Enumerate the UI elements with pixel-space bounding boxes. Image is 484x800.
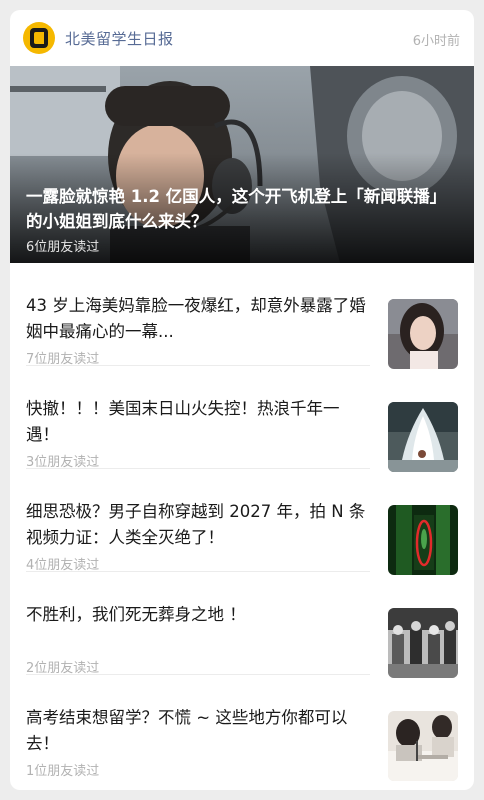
article-title[interactable]: 不胜利，我们死无葬身之地 ！ xyxy=(26,602,368,628)
article-title[interactable]: 快撤！！！美国末日山火失控！热浪千年一遇！ xyxy=(26,396,368,448)
article-thumbnail[interactable] xyxy=(388,505,458,575)
list-item[interactable]: 不胜利，我们死无葬身之地 ！ 2位朋友读过 xyxy=(10,572,474,678)
hero-read-count: 6位朋友读过 xyxy=(26,240,100,255)
list-item[interactable]: 43 岁上海美妈靠脸一夜爆红，却意外暴露了婚姻中最痛心的一幕... 7位朋友读过 xyxy=(10,263,474,369)
article-title[interactable]: 高考结束想留学？不慌 ~ 这些地方你都可以去！ xyxy=(26,705,368,757)
list-item[interactable]: 快撤！！！美国末日山火失控！热浪千年一遇！ 3位朋友读过 xyxy=(10,366,474,472)
publisher-logo-icon[interactable] xyxy=(23,22,55,54)
list-item[interactable]: 高考结束想留学？不慌 ~ 这些地方你都可以去！ 1位朋友读过 xyxy=(10,675,474,781)
article-thumbnail[interactable] xyxy=(388,711,458,781)
article-feed-card: 北美留学生日报 6小时前 一露脸就惊艳 1.2 亿国人，这个开飞机登上「新闻联播… xyxy=(10,10,474,790)
feed-header[interactable]: 北美留学生日报 6小时前 xyxy=(10,10,474,66)
article-read-count: 1位朋友读过 xyxy=(26,764,100,779)
article-title[interactable]: 细思恐极？男子自称穿越到 2027 年，拍 N 条视频力证：人类全灭绝了！ xyxy=(26,499,368,551)
article-thumbnail[interactable] xyxy=(388,299,458,369)
list-item[interactable]: 细思恐极？男子自称穿越到 2027 年，拍 N 条视频力证：人类全灭绝了！ 4位… xyxy=(10,469,474,575)
hero-article[interactable]: 一露脸就惊艳 1.2 亿国人，这个开飞机登上「新闻联播」的小姐姐到底什么来头？ … xyxy=(10,66,474,263)
article-thumbnail[interactable] xyxy=(388,608,458,678)
logo-mark xyxy=(34,32,44,44)
article-list: 43 岁上海美妈靠脸一夜爆红，却意外暴露了婚姻中最痛心的一幕... 7位朋友读过… xyxy=(10,263,474,781)
hero-title[interactable]: 一露脸就惊艳 1.2 亿国人，这个开飞机登上「新闻联播」的小姐姐到底什么来头？ xyxy=(26,184,462,234)
account-name[interactable]: 北美留学生日报 xyxy=(65,28,174,49)
logo-shape xyxy=(30,28,48,48)
article-thumbnail[interactable] xyxy=(388,402,458,472)
post-time: 6小时前 xyxy=(412,34,460,49)
article-title[interactable]: 43 岁上海美妈靠脸一夜爆红，却意外暴露了婚姻中最痛心的一幕... xyxy=(26,293,368,345)
